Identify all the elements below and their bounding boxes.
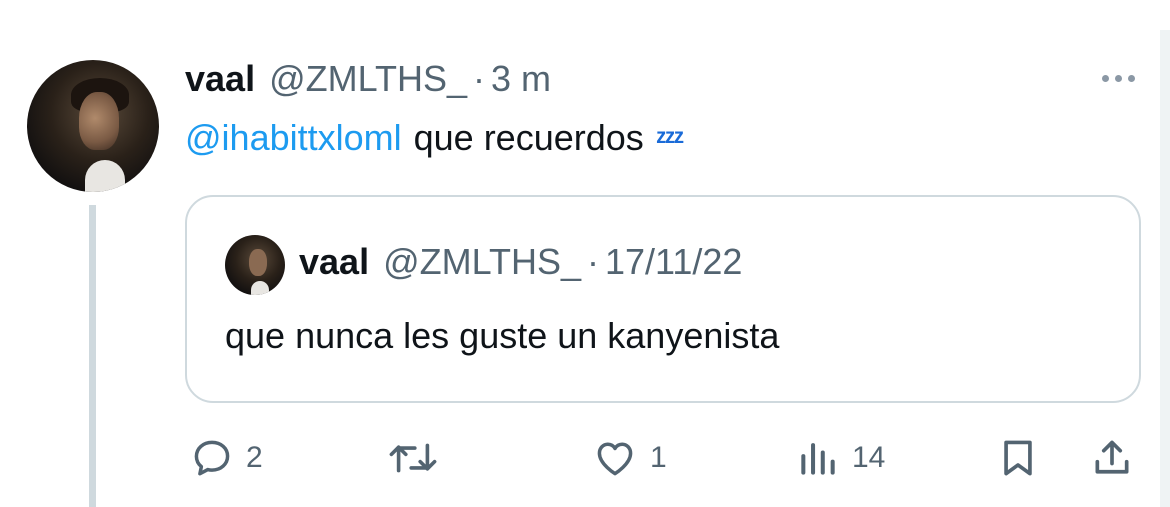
quote-text: que nunca les guste un kanyenista bbox=[225, 315, 780, 356]
quote-author-name: vaal bbox=[299, 241, 370, 282]
mention-link[interactable]: @ihabittxloml bbox=[185, 117, 402, 159]
share-button[interactable] bbox=[1090, 430, 1134, 486]
quote-header: vaal @ZMLTHS_ · 17/11/22 bbox=[299, 241, 742, 283]
reply-button[interactable]: 2 bbox=[190, 430, 263, 486]
views-count: 14 bbox=[852, 441, 886, 474]
quote-avatar-shirt bbox=[251, 281, 269, 295]
bookmark-icon bbox=[1004, 440, 1032, 476]
bookmark-button[interactable] bbox=[996, 430, 1040, 486]
heart-icon bbox=[597, 442, 633, 476]
action-bar: 2 1 14 bbox=[0, 430, 1170, 490]
quoted-tweet[interactable]: vaal @ZMLTHS_ · 17/11/22 que nunca les g… bbox=[185, 195, 1141, 403]
avatar-face bbox=[79, 92, 119, 150]
like-count: 1 bbox=[650, 441, 667, 474]
reply-icon bbox=[194, 440, 230, 476]
more-options-button[interactable] bbox=[1094, 66, 1142, 90]
quote-avatar[interactable] bbox=[225, 235, 285, 295]
more-dot bbox=[1127, 74, 1135, 82]
retweet-button[interactable] bbox=[386, 430, 452, 486]
tweet-header: vaal @ZMLTHS_ · 3 m bbox=[185, 58, 551, 108]
avatar[interactable] bbox=[27, 60, 159, 192]
share-icon bbox=[1095, 440, 1129, 474]
analytics-icon bbox=[801, 443, 835, 475]
tweet-time[interactable]: 3 m bbox=[491, 58, 551, 100]
more-dot bbox=[1101, 74, 1109, 82]
header-separator: · bbox=[472, 58, 485, 99]
retweet-icon bbox=[389, 443, 437, 473]
reply-count: 2 bbox=[246, 441, 263, 474]
more-dot bbox=[1114, 74, 1122, 82]
author-name[interactable]: vaal bbox=[185, 58, 255, 100]
zzz-emoji: ᶻᶻᶻ bbox=[655, 124, 684, 157]
quote-separator: · bbox=[586, 241, 599, 282]
views-button[interactable]: 14 bbox=[796, 430, 885, 486]
tweet-text: @ihabittxloml que recuerdos ᶻᶻᶻ bbox=[185, 117, 684, 159]
author-handle[interactable]: @ZMLTHS_ bbox=[269, 58, 467, 100]
quote-date: 17/11/22 bbox=[604, 241, 743, 282]
tweet-body: que recuerdos bbox=[413, 117, 644, 158]
quote-author-handle: @ZMLTHS_ bbox=[383, 241, 581, 282]
like-button[interactable]: 1 bbox=[592, 430, 667, 486]
avatar-shirt bbox=[85, 160, 125, 192]
quote-avatar-face bbox=[249, 249, 267, 276]
